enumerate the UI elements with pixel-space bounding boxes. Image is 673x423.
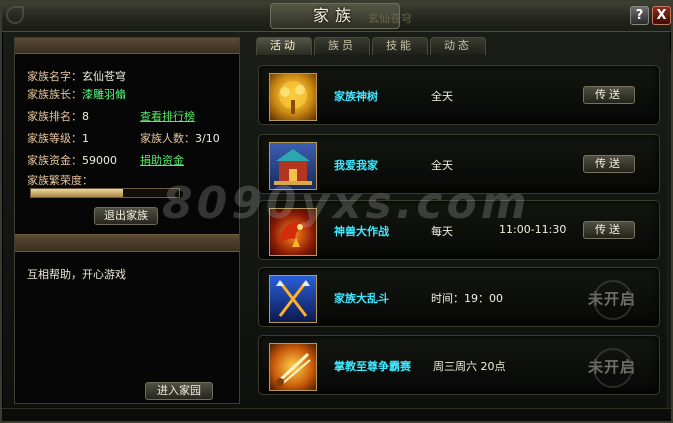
info-header-band	[15, 38, 239, 54]
tab-activities[interactable]: 活动	[256, 37, 312, 55]
family-level-label: 家族等级：	[27, 132, 82, 145]
activity-card: 家族大乱斗 时间：19：00 未开启	[258, 267, 660, 327]
activity-frequency: 全天	[431, 90, 453, 103]
family-prosperity-label: 家族繁荣度：	[27, 174, 93, 187]
family-window: 家族 玄仙苍穹 ? X 家族名字：玄仙苍穹 家族族长：漆雕羽翛 家族排名：8 查…	[0, 0, 673, 423]
family-level-row: 家族等级：1	[27, 130, 89, 146]
enter-garden-button[interactable]: 进入家园	[145, 382, 213, 400]
tab-members[interactable]: 族员	[314, 37, 370, 55]
family-name-value: 玄仙苍穹	[82, 70, 126, 83]
family-members-label: 家族人数：	[140, 132, 195, 145]
close-button[interactable]: X	[652, 6, 671, 25]
family-motto: 互相帮助，开心游戏	[27, 268, 126, 281]
family-prosperity-row: 家族繁荣度：	[27, 172, 93, 188]
family-leader-row: 家族族长：漆雕羽翛	[27, 86, 126, 102]
not-started-badge: 未开启	[579, 280, 645, 320]
family-name-label: 家族名字：	[27, 70, 82, 83]
family-leader-label: 家族族长：	[27, 88, 82, 101]
title-bar[interactable]: 家族 玄仙苍穹 ? X	[2, 2, 671, 32]
activity-frequency: 周三周六 20点	[433, 360, 506, 373]
golden-tree-icon	[269, 73, 317, 121]
teleport-button[interactable]: 传送	[583, 221, 635, 239]
family-rank-row: 家族排名：8	[27, 108, 89, 124]
activity-card: 家族神树 全天 传送	[258, 65, 660, 125]
activity-frequency: 时间：19：00	[431, 292, 503, 305]
family-members-row: 家族人数：3/10	[140, 130, 220, 146]
family-rank-value: 8	[82, 110, 89, 123]
family-funds-value: 59000	[82, 154, 117, 167]
activity-name: 家族大乱斗	[334, 292, 389, 305]
teleport-button[interactable]: 传送	[583, 86, 635, 104]
family-funds-label: 家族资金：	[27, 154, 82, 167]
view-rank-link[interactable]: 查看排行榜	[140, 108, 195, 124]
prosperity-bar	[30, 188, 180, 198]
list-scrollbar[interactable]	[666, 52, 671, 412]
family-name-row: 家族名字：玄仙苍穹	[27, 68, 126, 84]
activity-name: 我爱我家	[334, 159, 378, 172]
bottom-border	[2, 408, 671, 421]
donate-funds-link[interactable]: 捐助资金	[140, 152, 184, 168]
teleport-button[interactable]: 传送	[583, 155, 635, 173]
family-leader-value[interactable]: 漆雕羽翛	[82, 88, 126, 101]
flaming-swords-icon	[269, 343, 317, 391]
activity-name: 家族神树	[334, 90, 378, 103]
help-button[interactable]: ?	[630, 6, 649, 25]
family-level-value: 1	[82, 132, 89, 145]
leave-family-button[interactable]: 退出家族	[94, 207, 158, 225]
activity-card: 掌教至尊争霸赛 周三周六 20点 未开启	[258, 335, 660, 395]
motto-header-band	[15, 234, 239, 252]
activity-list: 家族神树 全天 传送 我爱我家 全天 传送 神兽大作战 每天 11:00-11:…	[255, 59, 663, 405]
tab-news[interactable]: 动态	[430, 37, 486, 55]
family-members-value: 3/10	[195, 132, 220, 145]
activity-frequency: 全天	[431, 159, 453, 172]
activity-name: 掌教至尊争霸赛	[334, 360, 411, 373]
site-watermark: 8090yxs.com	[162, 178, 531, 229]
family-rank-label: 家族排名：	[27, 110, 82, 123]
prosperity-bar-fill	[31, 189, 123, 197]
crossed-spears-icon	[269, 275, 317, 323]
title-family-name-overlay: 玄仙苍穹	[368, 12, 412, 25]
family-funds-row: 家族资金：59000	[27, 152, 117, 168]
not-started-badge: 未开启	[579, 348, 645, 388]
tab-skills[interactable]: 技能	[372, 37, 428, 55]
corner-ornament-icon	[6, 6, 24, 24]
